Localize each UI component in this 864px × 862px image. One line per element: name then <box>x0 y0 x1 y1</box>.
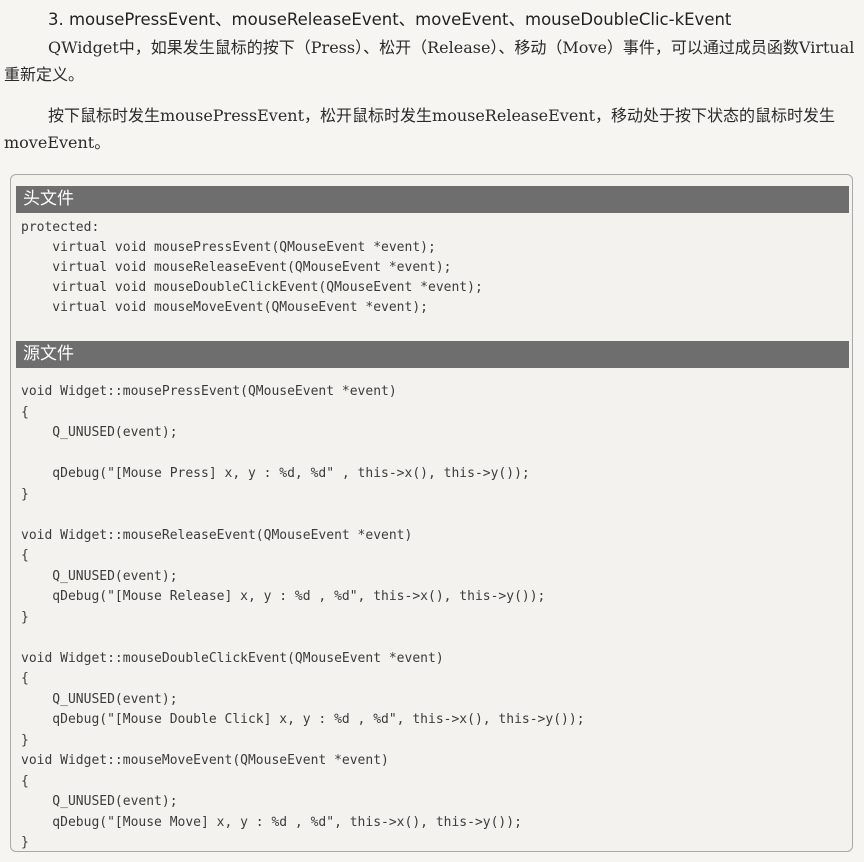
code-line: qDebug("[Mouse Move] x, y : %d , %d", th… <box>21 814 522 830</box>
code-line: Q_UNUSED(event); <box>21 568 178 584</box>
code-line: Q_UNUSED(event); <box>21 425 178 440</box>
code-line: virtual void mousePressEvent(QMouseEvent… <box>21 240 436 255</box>
code-line: Q_UNUSED(event); <box>21 691 178 707</box>
code-line: } <box>21 486 29 502</box>
code-line: } <box>21 732 29 748</box>
header-file-label: 头文件 <box>16 186 849 213</box>
intro-paragraph: QWidget中，如果发生鼠标的按下（Press）、松开（Release）、移动… <box>4 38 855 84</box>
code-line: qDebug("[Mouse Press] x, y : %d, %d" , t… <box>21 466 530 481</box>
code-line: void Widget::mouseMoveEvent(QMouseEvent … <box>21 753 389 768</box>
code-listing-box: 头文件 protected: virtual void mousePressEv… <box>10 174 853 852</box>
code-line: qDebug("[Mouse Double Click] x, y : %d ,… <box>21 712 585 727</box>
code-line: qDebug("[Mouse Release] x, y : %d , %d",… <box>21 589 546 604</box>
code-line: { <box>21 548 29 563</box>
code-line: Q_UNUSED(event); <box>21 794 178 809</box>
code-line: virtual void mouseDoubleClickEvent(QMous… <box>21 280 483 295</box>
source-file-label: 源文件 <box>16 341 849 368</box>
code-line: virtual void mouseReleaseEvent(QMouseEve… <box>21 260 452 275</box>
code-line: } <box>21 609 29 625</box>
code-line: } <box>21 835 29 850</box>
code-line: protected: <box>21 220 100 235</box>
header-file-code: protected: virtual void mousePressEvent(… <box>21 218 483 318</box>
code-line: void Widget::mouseReleaseEvent(QMouseEve… <box>21 527 413 543</box>
event-description-paragraph: 按下鼠标时发生mousePressEvent，松开鼠标时发生mouseRelea… <box>4 106 836 152</box>
section-heading: 3. mousePressEvent、mouseReleaseEvent、mov… <box>48 10 732 29</box>
code-line: void Widget::mouseDoubleClickEvent(QMous… <box>21 650 444 666</box>
code-line: { <box>21 671 29 686</box>
code-line: { <box>21 773 29 789</box>
code-line: virtual void mouseMoveEvent(QMouseEvent … <box>21 300 428 315</box>
source-file-code: void Widget::mousePressEvent(QMouseEvent… <box>21 382 585 851</box>
code-line: void Widget::mousePressEvent(QMouseEvent… <box>21 384 397 399</box>
code-line: { <box>21 404 29 420</box>
